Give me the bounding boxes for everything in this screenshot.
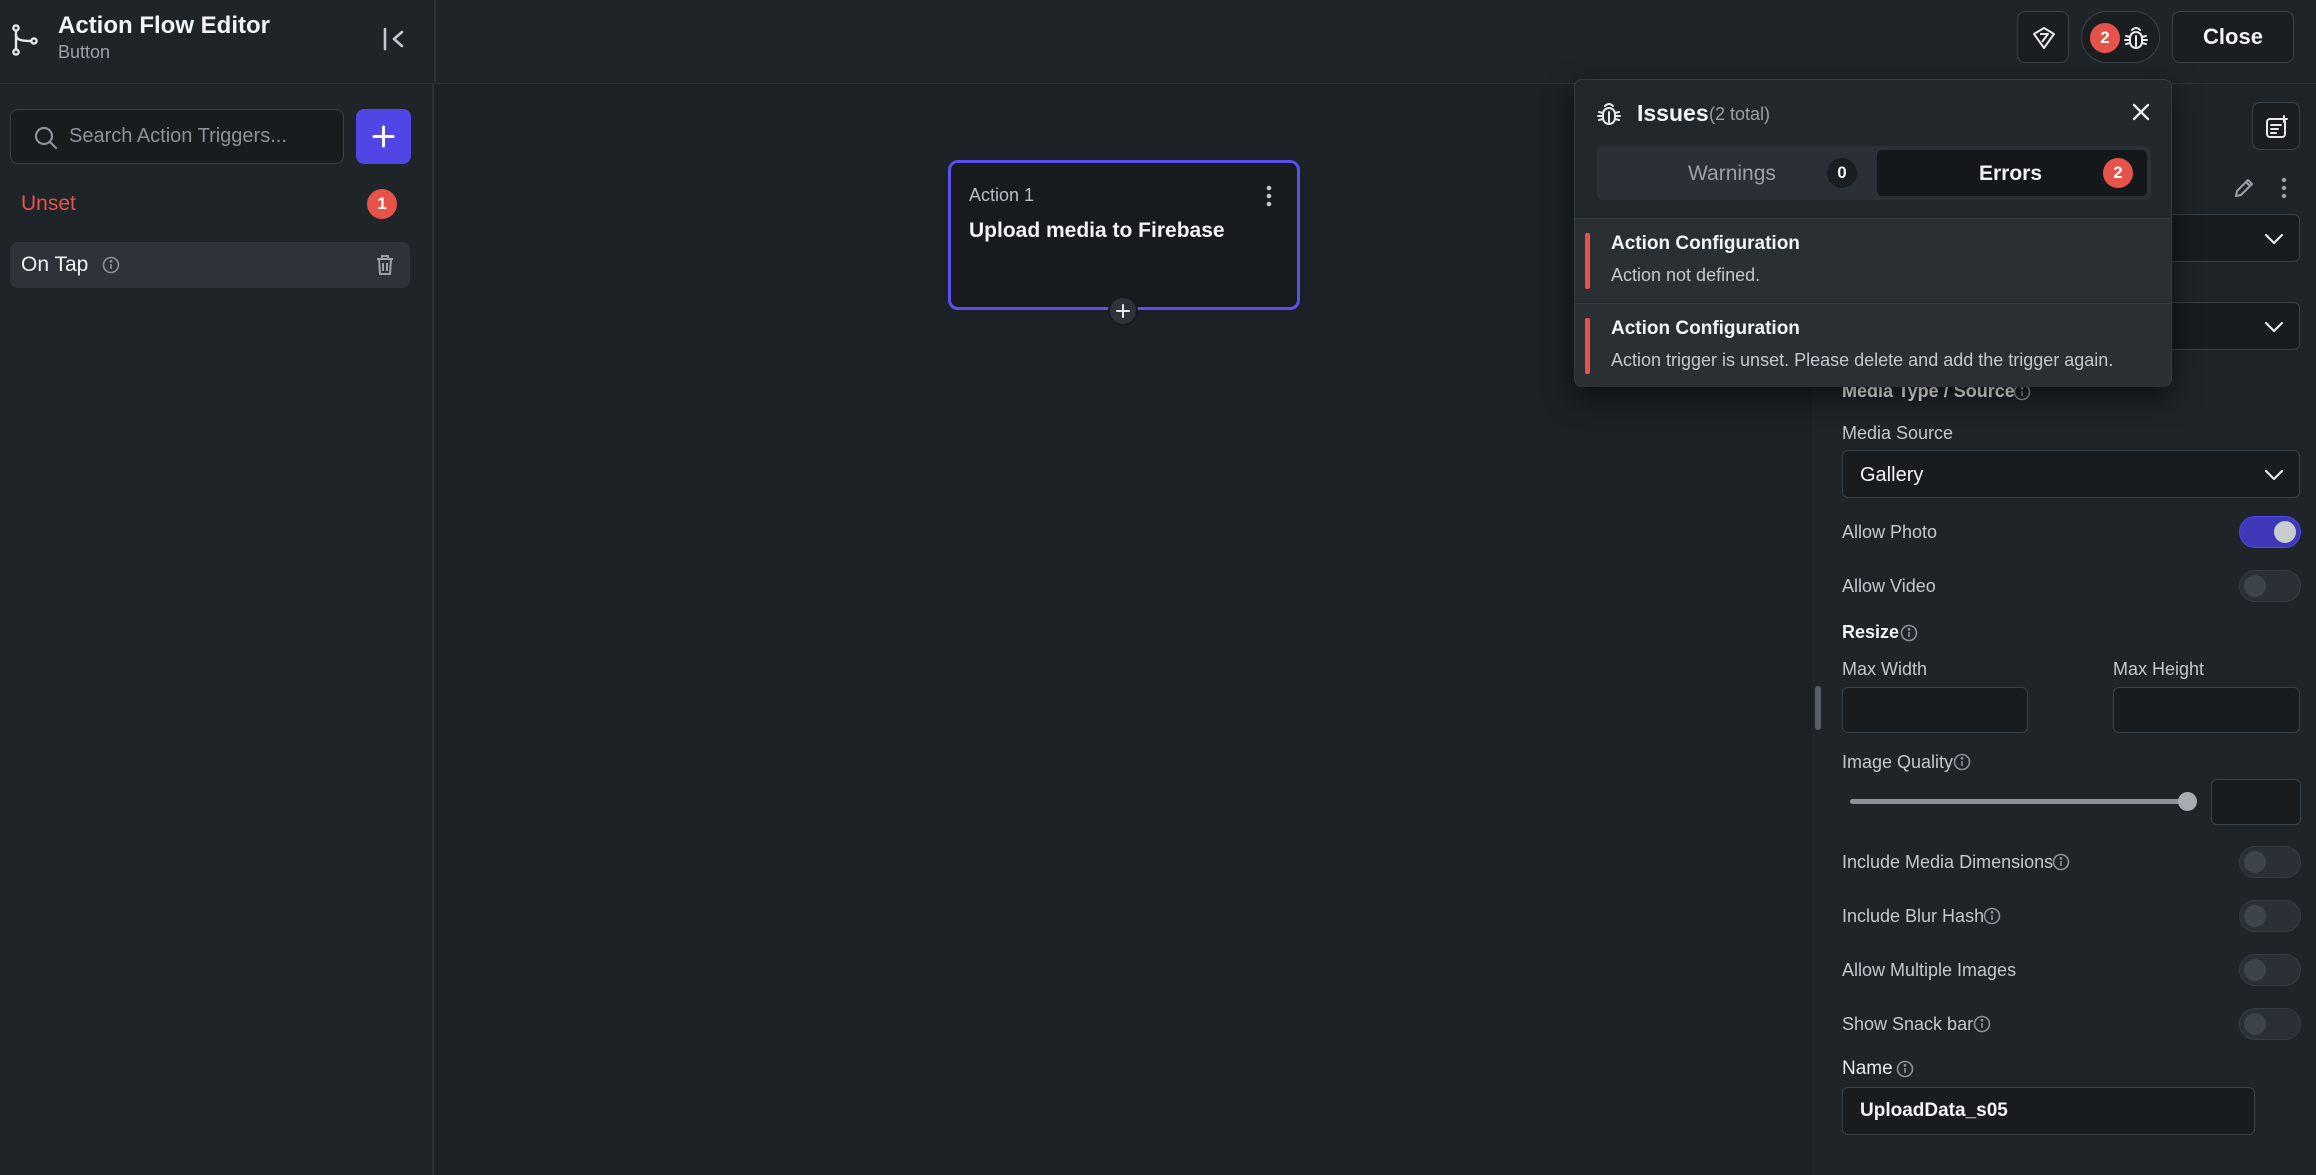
close-button[interactable]: Close <box>2172 11 2294 63</box>
include-blur-hash-toggle[interactable] <box>2239 900 2301 932</box>
issues-tabs: Warnings 0 Errors 2 <box>1597 146 2151 200</box>
media-source-dropdown[interactable]: Gallery <box>1842 450 2300 498</box>
unset-label: Unset <box>21 192 76 215</box>
error-indicator <box>1585 318 1590 374</box>
media-source-label: Media Source <box>1842 423 1954 443</box>
issues-button[interactable]: 2 <box>2081 11 2160 63</box>
search-icon <box>34 126 58 150</box>
documentation-button[interactable] <box>2252 102 2300 150</box>
resize-heading: Resize <box>1842 622 1900 642</box>
errors-count-badge: 2 <box>2103 158 2133 188</box>
flutterflow-logo-button[interactable] <box>2017 11 2069 63</box>
allow-photo-label: Allow Photo <box>1842 522 1938 542</box>
issue-item[interactable]: Action Configuration Action not defined. <box>1575 218 2171 302</box>
name-label: Name <box>1842 1058 1893 1079</box>
more-vertical-icon[interactable] <box>2278 176 2290 200</box>
max-height-label: Max Height <box>2113 659 2205 679</box>
info-icon[interactable] <box>102 256 120 274</box>
issue-title: Action Configuration <box>1611 233 1800 254</box>
issues-total: (2 total) <box>1709 104 1771 124</box>
tab-label: Errors <box>1979 162 2043 185</box>
issue-description: Action not defined. <box>1611 265 1761 285</box>
chevron-down-icon <box>2264 233 2284 245</box>
add-action-button[interactable] <box>1108 296 1138 326</box>
info-icon[interactable] <box>1983 907 2001 925</box>
info-icon[interactable] <box>1896 1060 1914 1078</box>
show-snack-bar-toggle[interactable] <box>2239 1008 2301 1040</box>
allow-video-label: Allow Video <box>1842 576 1936 596</box>
error-indicator <box>1585 233 1590 289</box>
issues-count-badge: 2 <box>2090 23 2120 53</box>
max-height-input[interactable] <box>2113 687 2300 733</box>
issue-title: Action Configuration <box>1611 318 1800 339</box>
app-subtitle: Button <box>58 42 111 62</box>
top-bar <box>0 0 2316 84</box>
info-icon[interactable] <box>1900 624 1918 642</box>
include-media-dimensions-label: Include Media Dimensions <box>1842 852 2054 872</box>
media-source-value: Gallery <box>1860 464 1924 486</box>
search-input[interactable] <box>69 110 339 163</box>
allow-video-toggle[interactable] <box>2239 570 2301 602</box>
app-title: Action Flow Editor <box>58 12 270 39</box>
add-note-icon <box>2266 115 2288 138</box>
chevron-down-icon <box>2264 469 2284 481</box>
trash-icon[interactable] <box>374 253 396 277</box>
tab-label: Warnings <box>1688 162 1776 185</box>
plus-icon <box>372 125 395 148</box>
show-snack-bar-label: Show Snack bar <box>1842 1014 1974 1034</box>
info-icon[interactable] <box>1953 753 1971 771</box>
max-width-input[interactable] <box>1842 687 2028 733</box>
image-quality-input[interactable] <box>2211 779 2301 825</box>
allow-photo-toggle[interactable] <box>2239 516 2301 548</box>
image-quality-slider-thumb[interactable] <box>2178 792 2197 811</box>
info-icon[interactable] <box>2052 853 2070 871</box>
info-icon[interactable] <box>1973 1015 1991 1033</box>
include-blur-hash-label: Include Blur Hash <box>1842 906 1985 926</box>
allow-multiple-images-toggle[interactable] <box>2239 954 2301 986</box>
action-name-input[interactable] <box>1842 1087 2255 1135</box>
allow-multiple-images-label: Allow Multiple Images <box>1842 960 2017 980</box>
tab-errors[interactable]: Errors 2 <box>1877 150 2147 196</box>
action-node[interactable]: Action 1 Upload media to Firebase <box>948 160 1300 310</box>
panel-resize-handle[interactable] <box>1815 686 1821 730</box>
flow-branch-icon <box>12 24 38 56</box>
issue-item[interactable]: Action Configuration Action trigger is u… <box>1575 303 2171 387</box>
add-trigger-button[interactable] <box>356 109 411 164</box>
issues-title: Issues <box>1637 100 1709 126</box>
chevron-down-icon <box>2264 321 2284 333</box>
action-title: Upload media to Firebase <box>969 219 1225 242</box>
image-quality-slider-track[interactable] <box>1850 799 2188 804</box>
search-box <box>10 109 344 164</box>
flutterflow-logo-icon <box>2033 27 2055 49</box>
max-width-label: Max Width <box>1842 659 1928 679</box>
action-step-label: Action 1 <box>969 185 1035 205</box>
issues-popover: Issues (2 total) Warnings 0 Errors 2 Act… <box>1574 79 2172 387</box>
trigger-label: On Tap <box>21 253 89 276</box>
unset-group[interactable]: Unset 1 <box>10 186 410 222</box>
edit-icon[interactable] <box>2232 176 2256 200</box>
plus-icon <box>1116 304 1130 318</box>
close-icon[interactable] <box>2131 102 2151 122</box>
image-quality-label: Image Quality <box>1842 752 1954 772</box>
trigger-item-on-tap[interactable]: On Tap <box>10 242 410 288</box>
more-vertical-icon[interactable] <box>1261 183 1277 209</box>
collapse-panel-icon[interactable] <box>380 24 410 54</box>
warnings-count-badge: 0 <box>1827 158 1857 188</box>
divider <box>434 0 436 84</box>
include-media-dimensions-toggle[interactable] <box>2239 846 2301 878</box>
issue-description: Action trigger is unset. Please delete a… <box>1611 350 2114 370</box>
bug-icon <box>1597 103 1621 125</box>
bug-icon <box>2124 27 2148 49</box>
tab-warnings[interactable]: Warnings 0 <box>1601 150 1871 196</box>
unset-count-badge: 1 <box>367 189 397 219</box>
